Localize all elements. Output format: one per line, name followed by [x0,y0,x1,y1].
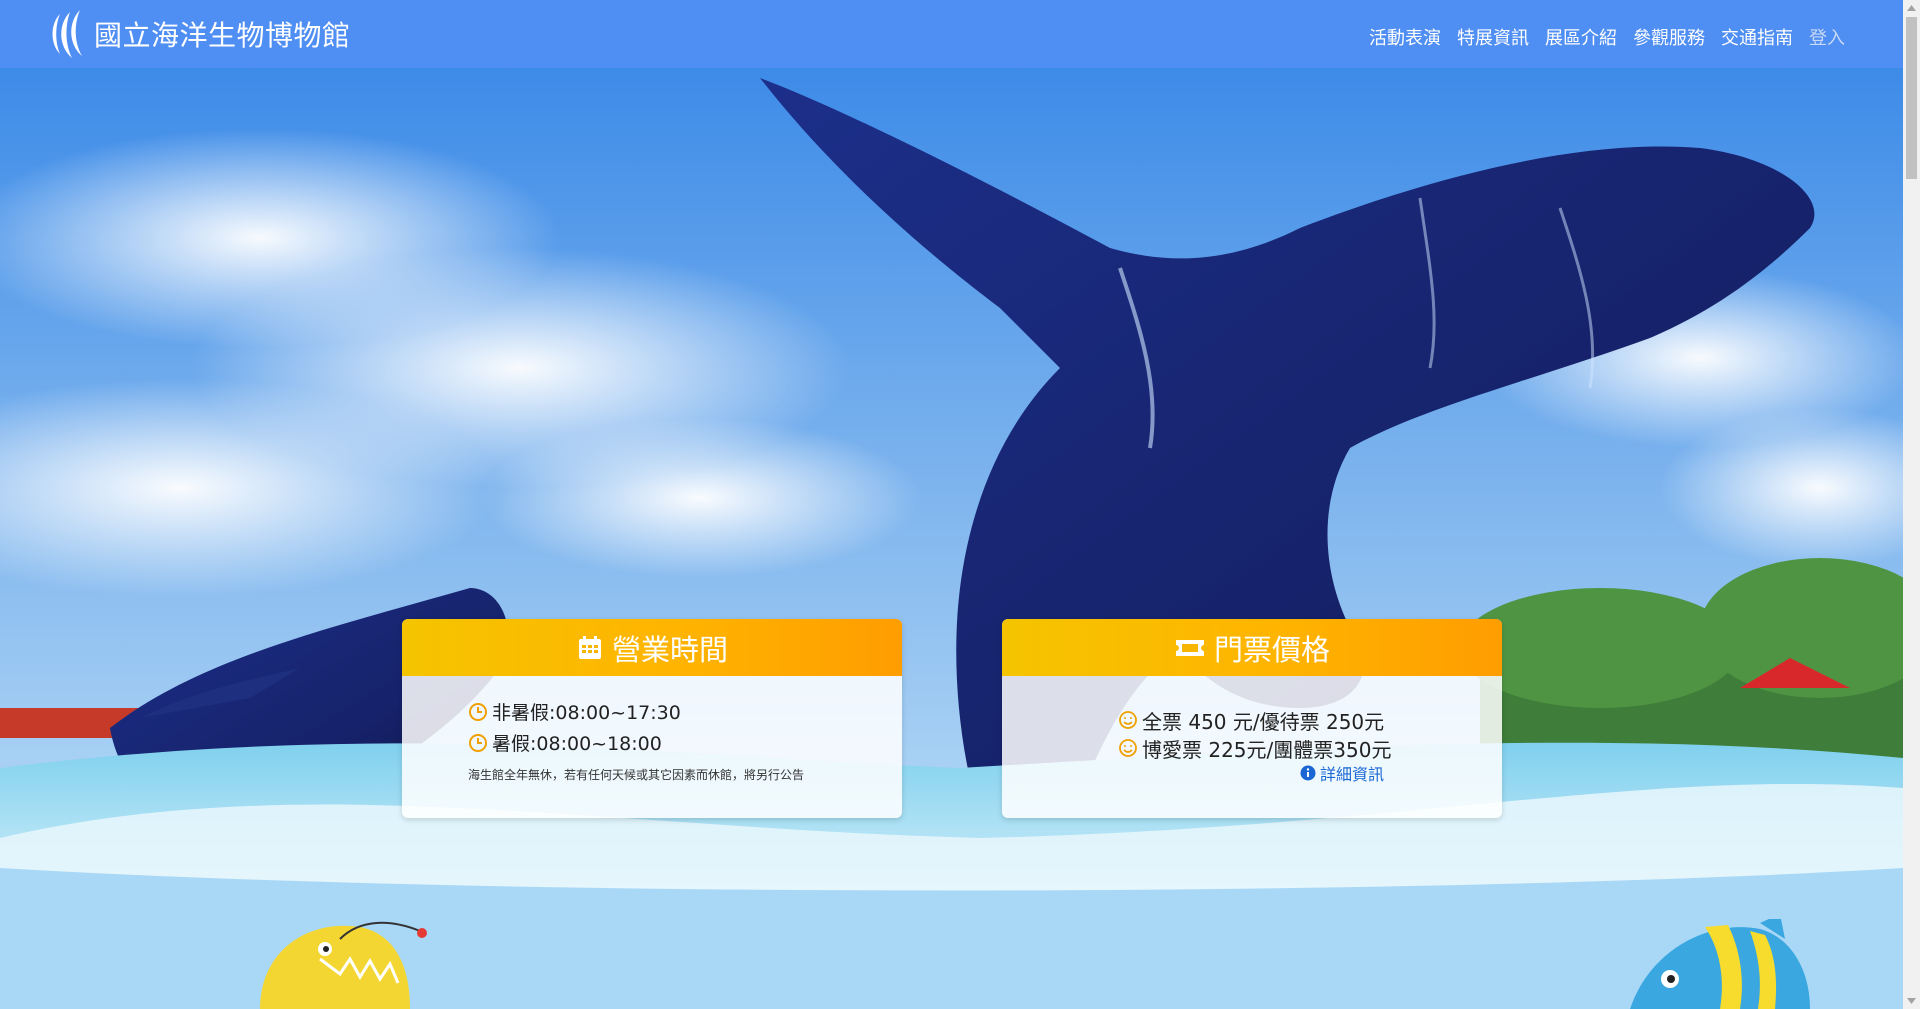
top-navbar: 國立海洋生物博物館 活動表演 特展資訊 展區介紹 參觀服務 交通指南 登入 [0,0,1903,68]
ticket-price-body: 全票 450 元/優待票 250元 博愛票 225元/團體票350元 [1002,676,1502,762]
scroll-up-icon[interactable] [1903,0,1920,17]
scroll-thumb[interactable] [1906,17,1917,179]
price-line-concession: 博愛票 225元/團體票350元 [1118,734,1502,762]
nav-item-transport[interactable]: 交通指南 [1721,28,1793,49]
ticket-icon [1175,639,1204,656]
ticket-price-header: 門票價格 [1002,619,1502,676]
nav-item-galleries[interactable]: 展區介紹 [1545,28,1617,49]
scroll-down-icon[interactable] [1903,992,1920,1009]
nav-item-login[interactable]: 登入 [1809,28,1845,49]
brand-title: 國立海洋生物博物館 [94,19,351,52]
hours-line-summer: 暑假:08:00~18:00 [468,727,902,758]
operating-hours-header: 營業時間 [402,619,902,676]
page: 國立海洋生物博物館 活動表演 特展資訊 展區介紹 參觀服務 交通指南 登入 營業… [0,0,1903,1009]
operating-hours-body: 非暑假:08:00~17:30 暑假:08:00~18:00 海生館全年無休，若… [402,676,902,783]
hours-note: 海生館全年無休，若有任何天候或其它因素而休館，將另行公告 [468,768,805,782]
hours-regular-text: 非暑假:08:00~17:30 [492,702,681,724]
smile-icon [1119,739,1137,757]
hours-line-regular: 非暑假:08:00~17:30 [468,696,902,727]
brand-home-link[interactable]: 國立海洋生物博物館 [46,8,351,60]
calendar-icon [578,635,601,659]
hero-whale-photo [0,68,1903,919]
price-general-text: 全票 450 元/優待票 250元 [1142,709,1385,734]
page-scrollbar[interactable] [1903,0,1920,1009]
ticket-details-link[interactable]: 詳細資訊 [1300,761,1384,785]
ticket-details-label: 詳細資訊 [1320,765,1385,784]
info-icon [1300,765,1316,781]
ticket-price-title: 門票價格 [1213,632,1330,667]
lower-section [0,919,1903,1009]
price-concession-text: 博愛票 225元/團體票350元 [1142,737,1392,762]
nav-item-activities[interactable]: 活動表演 [1369,28,1441,49]
anglerfish-mascot-icon [260,921,427,1009]
hero-banner: 營業時間 非暑假:08:00~17:30 暑假:08:00~18:00 海生館全… [0,68,1903,919]
smile-icon [1119,711,1137,729]
nav-item-exhibitions[interactable]: 特展資訊 [1457,28,1529,49]
hours-summer-text: 暑假:08:00~18:00 [492,733,662,755]
clock-icon [469,733,487,752]
nav-item-visitor-services[interactable]: 參觀服務 [1633,28,1705,49]
ticket-price-card: 門票價格 全票 450 元/優待票 250元 博愛票 225元/團體票350元 … [1002,619,1502,818]
operating-hours-card: 營業時間 非暑假:08:00~17:30 暑假:08:00~18:00 海生館全… [402,619,902,818]
operating-hours-title: 營業時間 [611,632,728,667]
clock-icon [469,702,487,721]
main-menu: 活動表演 特展資訊 展區介紹 參觀服務 交通指南 登入 [1369,24,1845,50]
tropical-fish-mascot-icon [1630,919,1810,1009]
museum-logo-icon [52,10,82,58]
price-line-general: 全票 450 元/優待票 250元 [1118,706,1502,734]
